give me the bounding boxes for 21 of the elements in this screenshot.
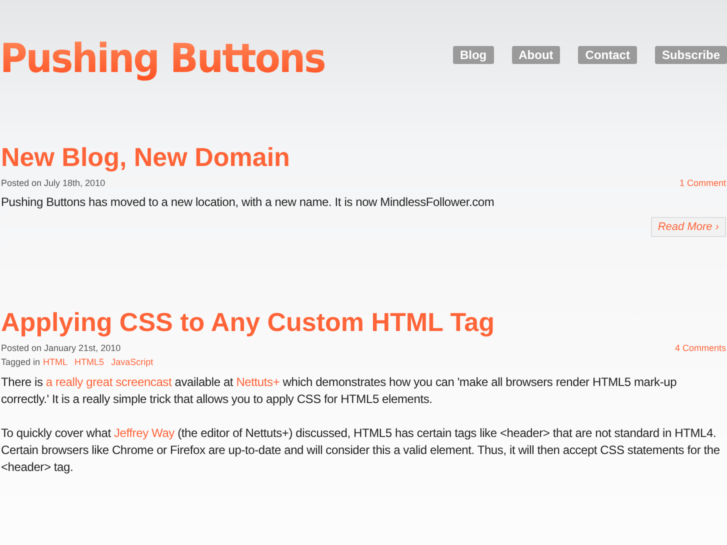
inline-link[interactable]: Nettuts+ — [236, 375, 280, 389]
post-date: Posted on January 21st, 2010 — [1, 343, 121, 353]
post-title[interactable]: Applying CSS to Any Custom HTML Tag — [1, 307, 726, 337]
tag-link[interactable]: HTML5 — [74, 357, 104, 367]
post-paragraph: Pushing Buttons has moved to a new location, with a new name. It is now MindlessFollower.com — [1, 194, 496, 211]
post-title[interactable]: New Blog, New Domain — [1, 142, 726, 172]
inline-link[interactable]: a really great screencast — [46, 375, 172, 389]
nav-button[interactable]: About — [512, 46, 560, 64]
tags-label: Tagged in — [1, 357, 40, 367]
post-paragraph: There is a really great screencast available at Nettuts+ which demonstrates how you can 'make all browsers render HTML5 mark-up correctly.' It is a really simple trick that allows you to apply CSS for HTML5 elements. — [1, 374, 678, 408]
nav-button[interactable]: Blog — [452, 46, 494, 64]
tag-link[interactable]: HTML — [43, 357, 68, 367]
nav-button[interactable]: Contact — [578, 46, 637, 64]
post-paragraph: To quickly cover what Jeffrey Way (the editor of Nettuts+) discussed, HTML5 has certain tags like <header> that are not standard in HTML4. Certain browsers like Chrome or Firefox are up-to-date and will consider this a valid element. Thus, it will then accept CSS statements for the <header> tag. — [1, 425, 721, 476]
comments-link[interactable]: 1 Comment — [679, 178, 726, 188]
inline-link[interactable]: Jeffrey Way — [114, 426, 174, 440]
post-date: Posted on July 18th, 2010 — [1, 178, 106, 188]
nav-button[interactable]: Subscribe — [654, 46, 727, 64]
read-more-button[interactable]: Read More › — [650, 217, 726, 237]
comments-link[interactable]: 4 Comments — [674, 343, 726, 353]
tag-link[interactable]: JavaScript — [111, 357, 154, 367]
